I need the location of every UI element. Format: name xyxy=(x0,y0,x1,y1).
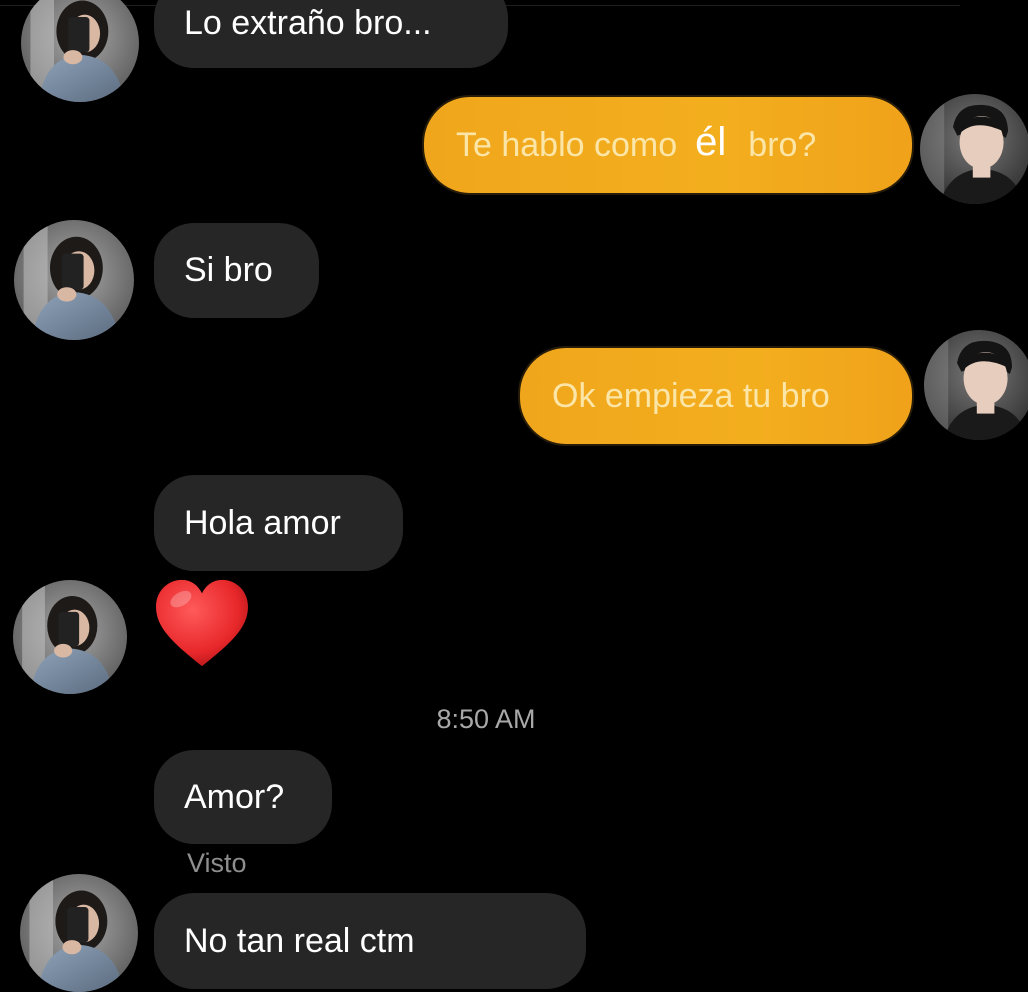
message-text: Si bro xyxy=(184,251,273,289)
heart-emoji-icon[interactable] xyxy=(154,578,250,670)
message-bubble-outgoing[interactable]: Te hablo como él bro? xyxy=(424,97,912,193)
message-text-part: bro? xyxy=(748,125,817,164)
my-avatar-image xyxy=(920,94,1028,204)
contact-avatar-image xyxy=(13,580,127,694)
message-bubble-incoming[interactable]: No tan real ctm xyxy=(154,893,586,989)
contact-avatar[interactable] xyxy=(14,220,134,340)
message-text: Amor? xyxy=(184,777,285,816)
message-bubble-outgoing[interactable]: Ok empieza tu bro xyxy=(520,348,912,444)
message-text: Hola amor xyxy=(184,503,341,542)
contact-avatar-image xyxy=(20,874,138,992)
message-text: Lo extraño bro... xyxy=(184,3,432,42)
message-text-highlight: él xyxy=(695,119,727,164)
message-bubble-incoming[interactable]: Lo extraño bro... xyxy=(154,0,508,68)
message-text: No tan real ctm xyxy=(184,921,415,960)
message-bubble-incoming[interactable]: Si bro xyxy=(154,223,319,318)
my-avatar[interactable] xyxy=(924,330,1028,440)
contact-avatar[interactable] xyxy=(20,874,138,992)
message-timestamp: 8:50 AM xyxy=(436,704,536,734)
seen-status: Visto xyxy=(187,848,247,878)
contact-avatar-image xyxy=(14,220,134,340)
message-text-part: Te hablo como xyxy=(456,125,678,164)
contact-avatar[interactable] xyxy=(21,0,139,102)
contact-avatar-image xyxy=(21,0,139,102)
my-avatar-image xyxy=(924,330,1028,440)
contact-avatar[interactable] xyxy=(13,580,127,694)
my-avatar[interactable] xyxy=(920,94,1028,204)
message-text: Ok empieza tu bro xyxy=(552,376,830,415)
message-bubble-incoming[interactable]: Hola amor xyxy=(154,475,403,571)
message-bubble-incoming[interactable]: Amor? xyxy=(154,750,332,844)
